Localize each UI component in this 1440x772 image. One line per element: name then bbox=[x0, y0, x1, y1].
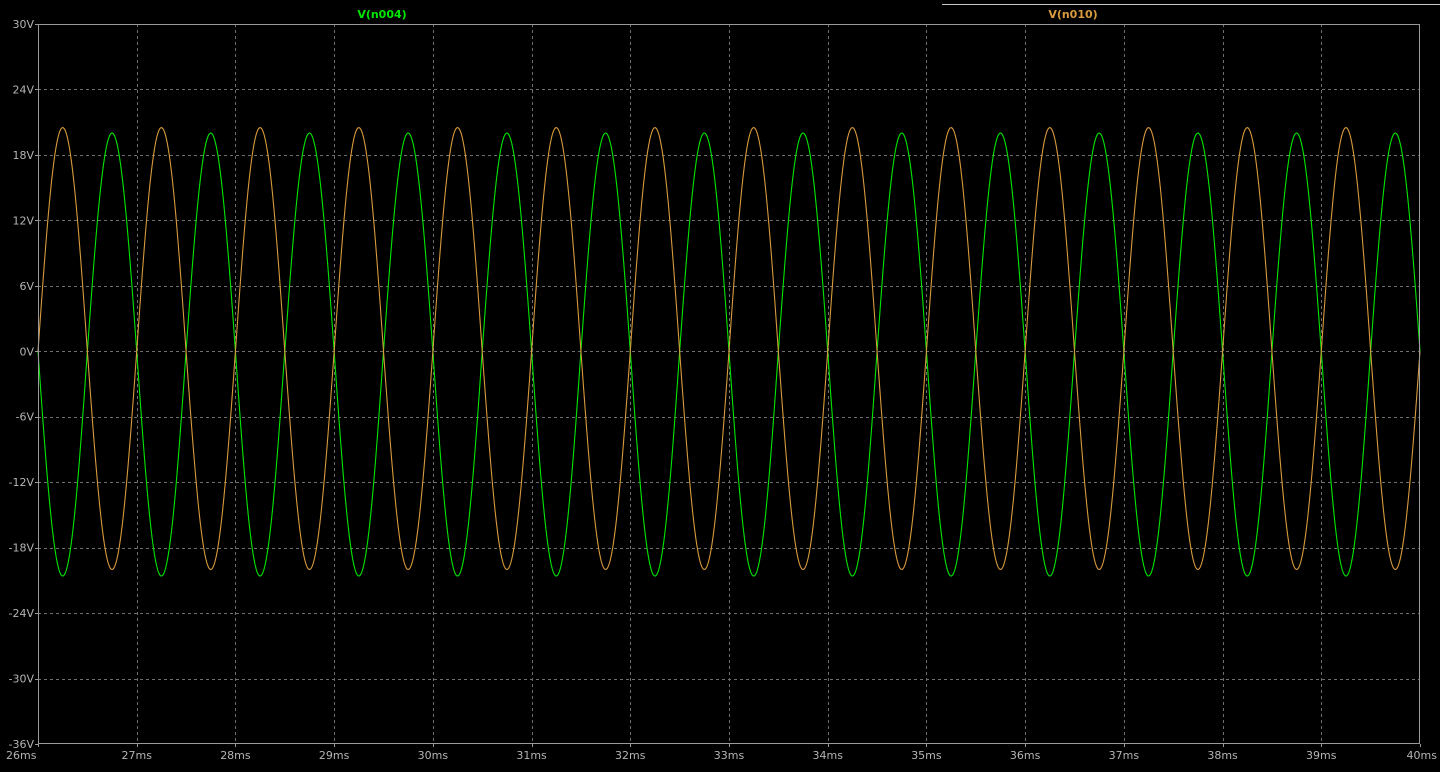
x-tick-label: 37ms bbox=[1109, 749, 1140, 762]
y-tick-label: -30V bbox=[9, 673, 35, 686]
y-tick-label: 6V bbox=[19, 280, 34, 293]
y-tick-label: -6V bbox=[16, 411, 35, 424]
x-tick-label: 30ms bbox=[418, 749, 449, 762]
waveform-plot[interactable]: 30V24V18V12V6V0V-6V-12V-18V-24V-30V-36V … bbox=[0, 0, 1440, 772]
x-tick-label: 27ms bbox=[121, 749, 152, 762]
y-tick-label: 12V bbox=[12, 214, 34, 227]
x-tick-label: 32ms bbox=[615, 749, 646, 762]
x-tick-label: 33ms bbox=[714, 749, 745, 762]
y-tick-label: 30V bbox=[12, 18, 34, 31]
x-tick-label: 34ms bbox=[812, 749, 843, 762]
legend-entry[interactable]: V(n010) bbox=[1048, 8, 1097, 21]
y-tick-label: -18V bbox=[9, 542, 35, 555]
y-axis-tick-labels: 30V24V18V12V6V0V-6V-12V-18V-24V-30V-36V bbox=[9, 18, 38, 751]
plot-grid bbox=[38, 24, 1420, 744]
x-tick-label: 31ms bbox=[516, 749, 547, 762]
legend-entry[interactable]: V(n004) bbox=[357, 8, 406, 21]
y-tick-label: 0V bbox=[19, 345, 34, 358]
y-tick-label: -24V bbox=[9, 607, 35, 620]
x-tick-label: 26ms bbox=[6, 749, 37, 762]
legend: V(n004) V(n010) bbox=[357, 4, 1440, 21]
y-tick-label: 18V bbox=[12, 149, 34, 162]
x-tick-label: 36ms bbox=[1010, 749, 1041, 762]
x-tick-label: 29ms bbox=[319, 749, 350, 762]
x-tick-label: 38ms bbox=[1207, 749, 1238, 762]
x-axis-tick-labels: 26ms 27ms 28ms 29ms 30ms 31ms 32ms 33ms 34ms 35ms… bbox=[6, 744, 1437, 762]
y-tick-label: 24V bbox=[12, 83, 34, 96]
x-tick-label: 35ms bbox=[911, 749, 942, 762]
x-tick-label: 39ms bbox=[1306, 749, 1337, 762]
waveform-viewer: 30V 24V 18V 12V 6V 0V -6V -12V -18V -24V -30V -36V … bbox=[0, 0, 1440, 772]
x-tick-label: 28ms bbox=[220, 749, 251, 762]
y-tick-label: -12V bbox=[9, 476, 35, 489]
x-tick-label: 40ms bbox=[1407, 749, 1438, 762]
